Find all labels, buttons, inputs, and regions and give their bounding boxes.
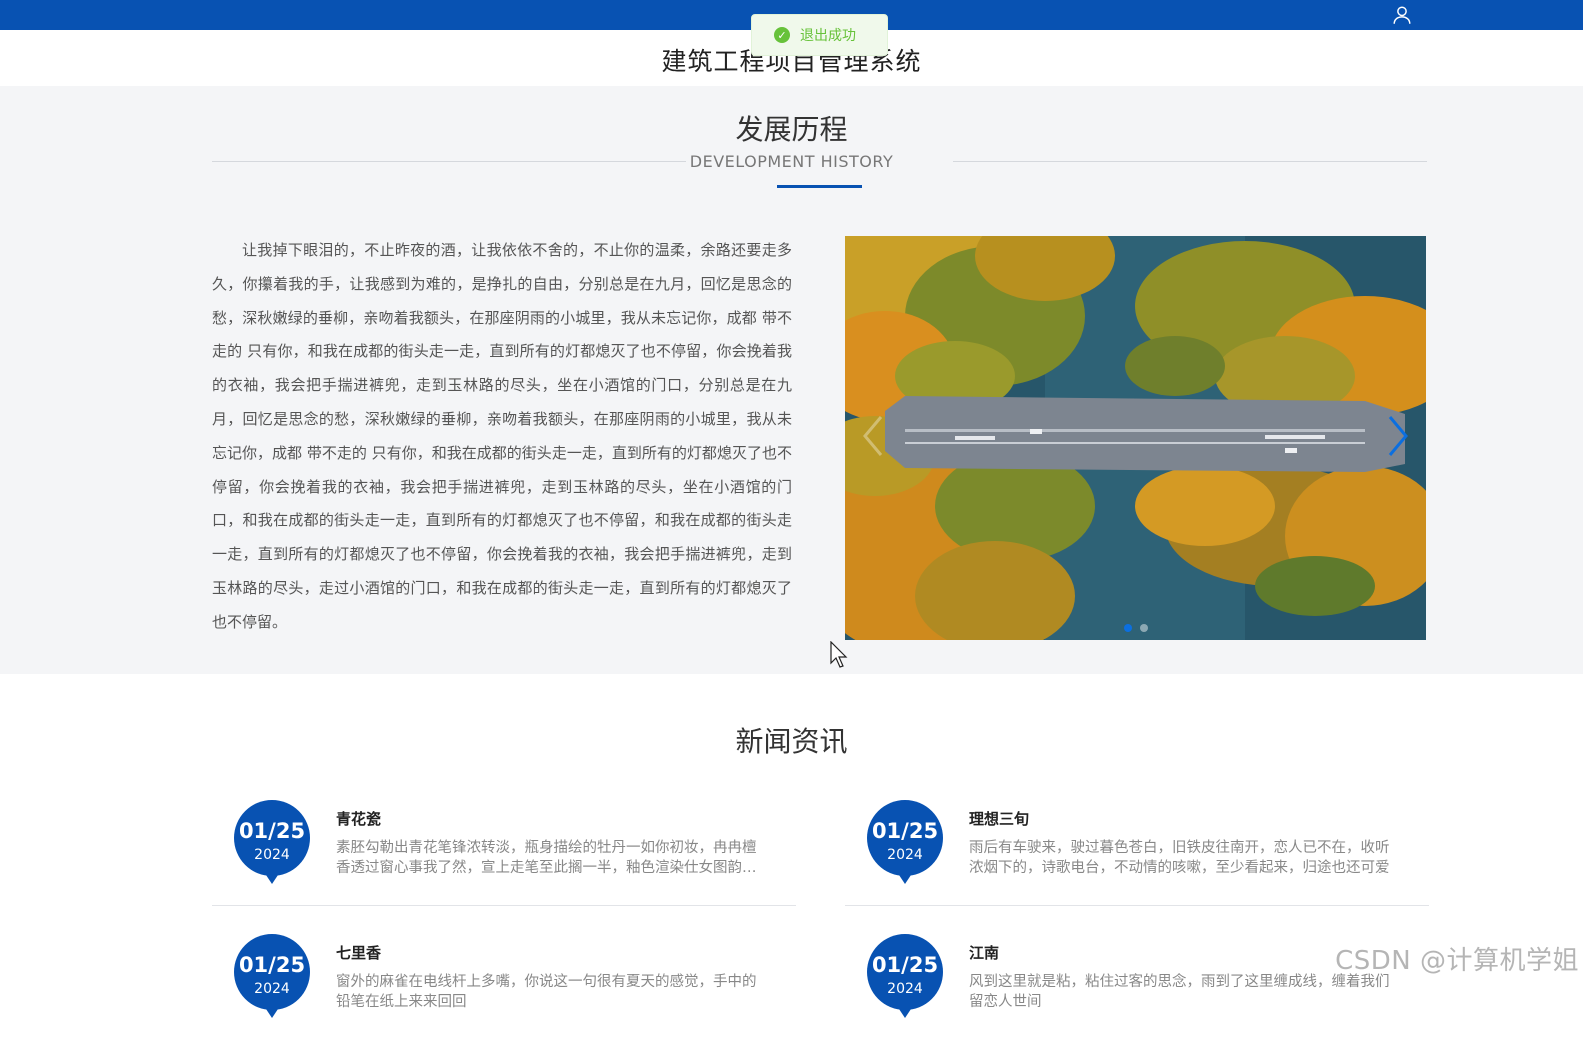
news-headline[interactable]: 理想三旬 bbox=[969, 808, 1029, 829]
news-item[interactable]: 01/25 2024 青花瓷 素胚勾勒出青花笔锋浓转淡，瓶身描绘的牡丹一如你初妆… bbox=[212, 800, 796, 906]
user-icon[interactable] bbox=[1391, 4, 1413, 26]
carousel-prev-arrow[interactable] bbox=[859, 411, 889, 461]
news-headline[interactable]: 江南 bbox=[969, 942, 999, 963]
date-month-day: 01/25 bbox=[867, 953, 943, 977]
news-headline[interactable]: 七里香 bbox=[336, 942, 381, 963]
news-summary: 雨后有车驶来，驶过暮色苍白，旧铁皮往南开，恋人已不在，收听浓烟下的，诗歌电台，不… bbox=[969, 838, 1401, 878]
date-year: 2024 bbox=[867, 981, 943, 997]
news-headline[interactable]: 青花瓷 bbox=[336, 808, 381, 829]
carousel-dot[interactable] bbox=[1140, 624, 1148, 632]
carousel-dot[interactable] bbox=[1124, 624, 1132, 632]
carousel-next-arrow[interactable] bbox=[1382, 411, 1412, 461]
news-summary: 素胚勾勒出青花笔锋浓转淡，瓶身描绘的牡丹一如你初妆，冉冉檀香透过窗心事我了然，宣… bbox=[336, 838, 768, 878]
history-body: 让我掉下眼泪的，不止昨夜的酒，让我依依不舍的，不止你的温柔，余路还要走多久，你攥… bbox=[212, 234, 792, 640]
news-item[interactable]: 01/25 2024 七里香 窗外的麻雀在电线杆上多嘴，你说这一句很有夏天的感觉… bbox=[212, 934, 796, 1040]
carousel-indicators bbox=[845, 624, 1426, 632]
history-title: 发展历程 bbox=[0, 108, 1583, 148]
date-badge: 01/25 2024 bbox=[234, 934, 310, 1018]
date-badge: 01/25 2024 bbox=[867, 800, 943, 884]
date-month-day: 01/25 bbox=[867, 819, 943, 843]
date-month-day: 01/25 bbox=[234, 819, 310, 843]
news-summary: 窗外的麻雀在电线杆上多嘴，你说这一句很有夏天的感觉，手中的铅笔在纸上来来回回 bbox=[336, 972, 768, 1012]
date-year: 2024 bbox=[867, 847, 943, 863]
divider-line bbox=[953, 161, 1427, 162]
image-carousel[interactable] bbox=[845, 236, 1426, 640]
logout-toast: ✓ 退出成功 bbox=[751, 14, 888, 56]
history-section: 发展历程 DEVELOPMENT HISTORY 让我掉下眼泪的，不止昨夜的酒，… bbox=[0, 86, 1583, 674]
date-month-day: 01/25 bbox=[234, 953, 310, 977]
news-title: 新闻资讯 bbox=[0, 720, 1583, 760]
date-year: 2024 bbox=[234, 847, 310, 863]
news-item[interactable]: 01/25 2024 理想三旬 雨后有车驶来，驶过暮色苍白，旧铁皮往南开，恋人已… bbox=[845, 800, 1429, 906]
date-badge: 01/25 2024 bbox=[234, 800, 310, 884]
toast-message: 退出成功 bbox=[800, 25, 856, 45]
success-check-icon: ✓ bbox=[774, 27, 790, 43]
carousel-image bbox=[845, 236, 1426, 640]
accent-underline bbox=[777, 185, 862, 188]
watermark: CSDN @计算机学姐 bbox=[1335, 940, 1579, 977]
news-summary: 风到这里就是粘，粘住过客的思念，雨到了这里缠成线，缠着我们留恋人世间 bbox=[969, 972, 1401, 1012]
date-year: 2024 bbox=[234, 981, 310, 997]
mouse-cursor-icon bbox=[830, 641, 850, 669]
date-badge: 01/25 2024 bbox=[867, 934, 943, 1018]
